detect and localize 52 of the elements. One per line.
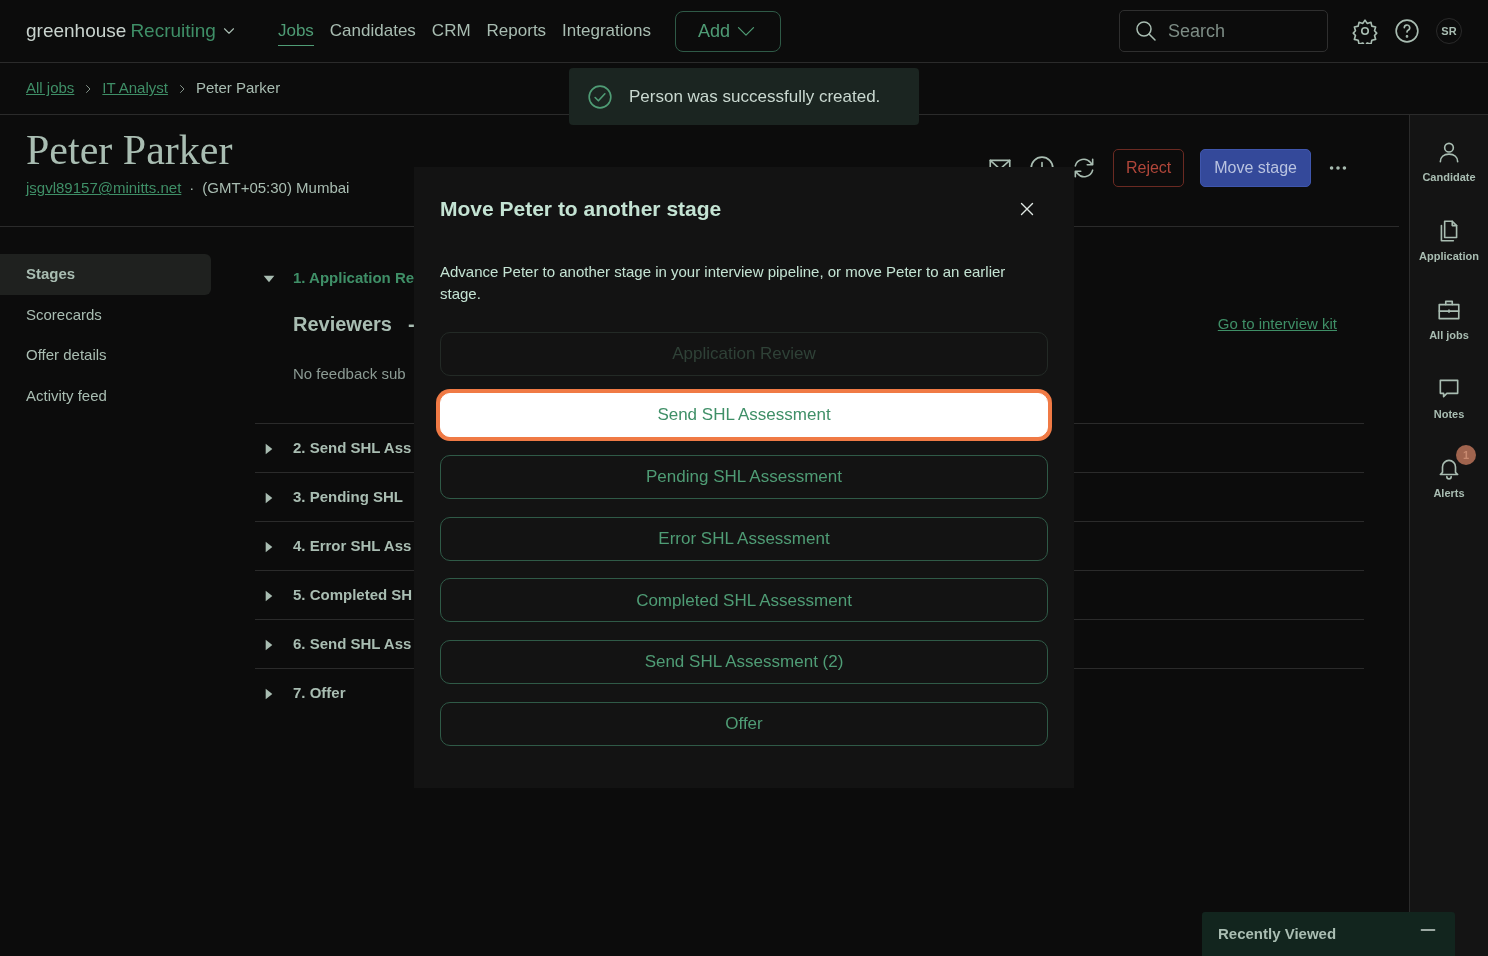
stage-option-button[interactable]: Pending SHL Assessment xyxy=(440,454,1048,499)
recently-viewed-title[interactable]: Recently Viewed xyxy=(1218,922,1417,946)
modal-description: Advance Peter to another stage in your interview pipeline, or move Peter to an earlier stage. xyxy=(440,261,1007,304)
timezone-text: (GMT+05:30) Mumbai xyxy=(202,178,350,199)
logo-text[interactable]: greenhouse xyxy=(26,16,127,46)
add-button[interactable]: Add xyxy=(674,10,781,52)
nav-tab[interactable]: Reports xyxy=(486,15,547,47)
reject-button[interactable]: Reject xyxy=(1112,149,1185,187)
interview-kit-link[interactable]: Go to interview kit xyxy=(1217,312,1337,336)
search-input[interactable]: Search xyxy=(1166,16,1306,46)
stage-title[interactable]: 2. Send SHL Ass xyxy=(293,437,412,460)
breadcrumb-link[interactable]: All jobs xyxy=(26,77,75,100)
rail-label[interactable]: Candidate xyxy=(1422,169,1476,186)
search-bar[interactable]: Search xyxy=(1119,10,1328,52)
nav-tab[interactable]: Candidates xyxy=(329,15,416,47)
rail-label[interactable]: Application xyxy=(1419,248,1479,265)
check-circle-icon xyxy=(587,83,613,110)
rail-label[interactable]: Alerts xyxy=(1433,485,1465,502)
rail-label[interactable]: All jobs xyxy=(1429,327,1469,344)
stage-title[interactable]: 3. Pending SHL xyxy=(293,486,403,509)
toast-message: Person was successfully created. xyxy=(629,85,881,108)
nav-tab[interactable]: Jobs xyxy=(277,15,314,47)
nav-tab[interactable]: Integrations xyxy=(562,15,651,47)
nav-tab[interactable]: CRM xyxy=(431,15,471,47)
stage-title[interactable]: 4. Error SHL Ass xyxy=(293,535,412,558)
side-menu-item[interactable]: Stages xyxy=(0,254,211,295)
modal-title: Move Peter to another stage xyxy=(440,196,723,222)
product-name[interactable]: Recruiting xyxy=(130,16,216,46)
side-menu-item[interactable]: Scorecards xyxy=(0,294,211,335)
side-menu-item[interactable]: Activity feed xyxy=(0,375,211,416)
stage-title[interactable]: 7. Offer xyxy=(293,682,346,705)
dash-text: - xyxy=(407,312,415,337)
stage-option-button[interactable]: Offer xyxy=(440,701,1048,746)
feedback-text: No feedback sub xyxy=(292,364,406,384)
stage-option-button[interactable]: Completed SHL Assessment xyxy=(440,578,1048,623)
breadcrumb-link[interactable]: IT Analyst xyxy=(102,77,168,100)
side-menu-item[interactable]: Offer details xyxy=(0,335,211,376)
stage-title[interactable]: 5. Completed SH xyxy=(293,584,413,607)
separator-dot: · xyxy=(189,178,195,199)
stage-option-button[interactable]: Send SHL Assessment (2) xyxy=(440,639,1048,684)
candidate-name: Peter Parker xyxy=(26,127,234,174)
stage-option-button[interactable]: Error SHL Assessment xyxy=(440,516,1048,561)
stage-title[interactable]: 1. Application Re xyxy=(293,267,415,290)
help-icon[interactable] xyxy=(1394,18,1420,44)
move-stage-button[interactable]: Move stage xyxy=(1200,149,1311,187)
settings-icon[interactable] xyxy=(1352,18,1378,44)
stage-title[interactable]: 6. Send SHL Ass xyxy=(293,633,412,656)
reviewers-heading: Reviewers xyxy=(293,312,392,337)
rail-label[interactable]: Notes xyxy=(1433,406,1465,423)
search-icon xyxy=(1134,19,1158,43)
email-link[interactable]: jsgvl89157@minitts.net xyxy=(26,177,182,200)
breadcrumb-current: Peter Parker xyxy=(195,78,281,99)
